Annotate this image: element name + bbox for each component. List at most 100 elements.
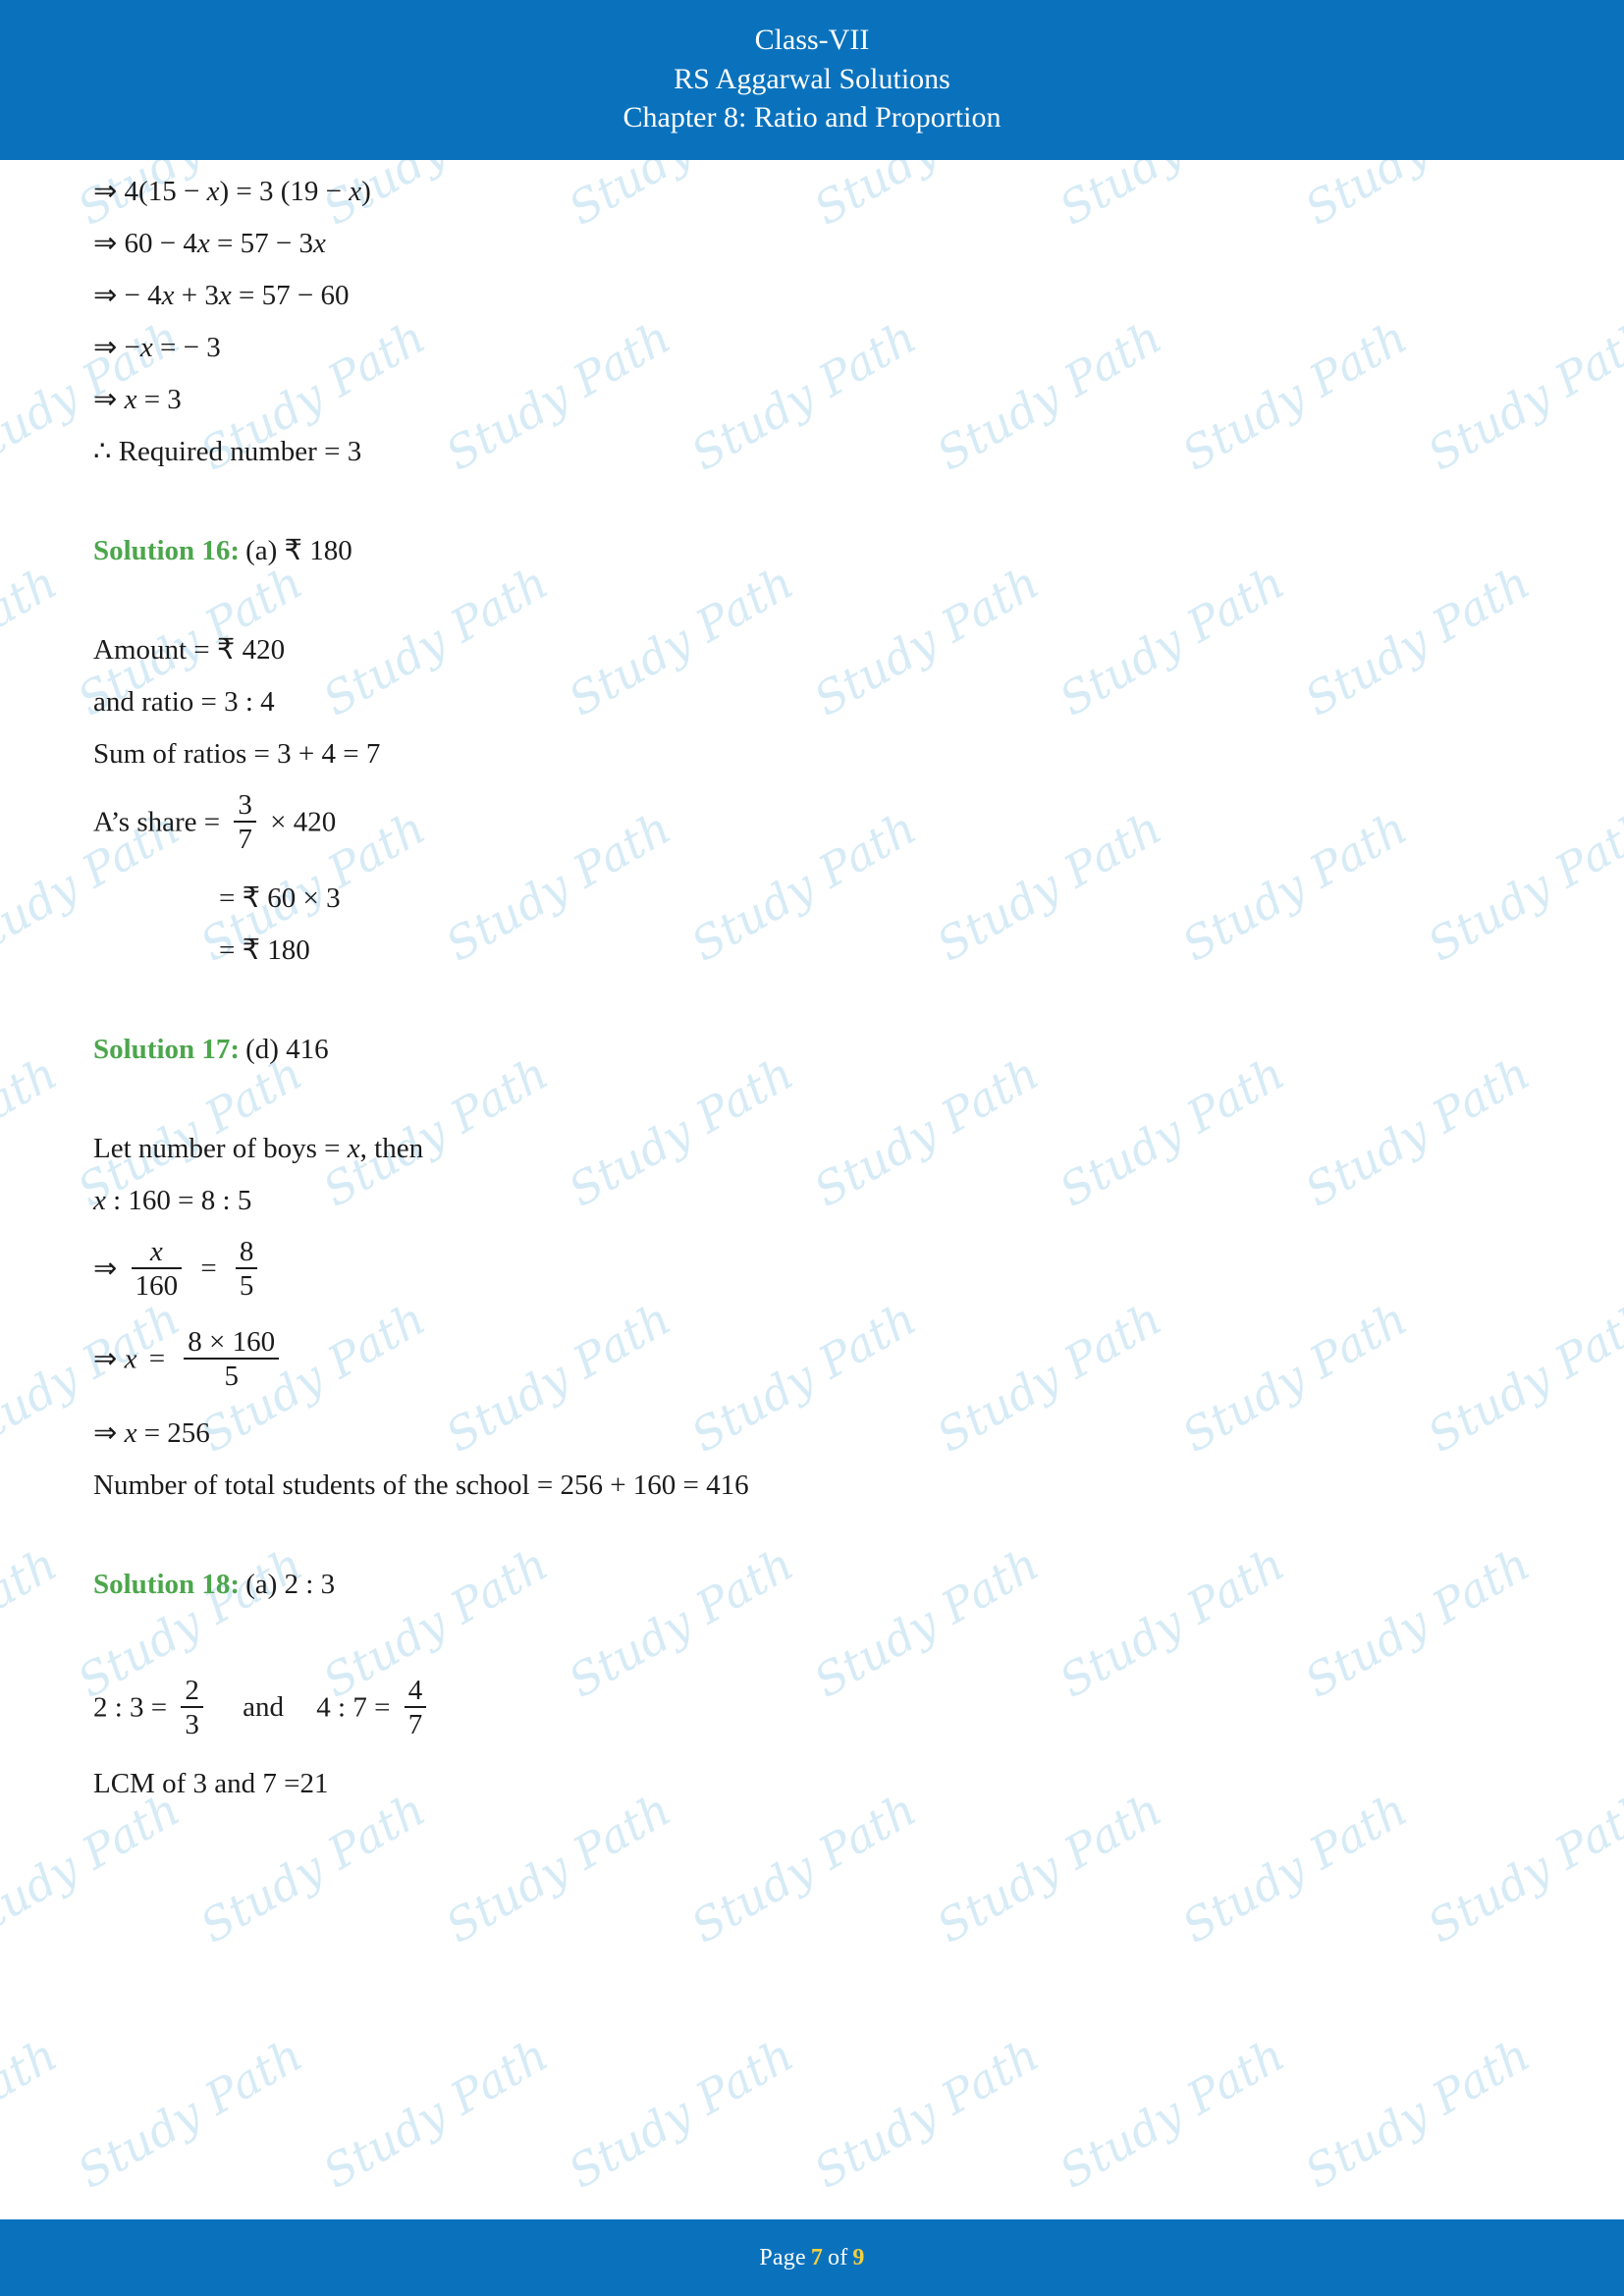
document-page: Class-VII RS Aggarwal Solutions Chapter … — [0, 0, 1624, 2296]
watermark-text: Study Path — [0, 2027, 67, 2199]
watermark-text: Study Path — [805, 2027, 1049, 2199]
watermark-text: Study Path — [0, 555, 67, 726]
s17-line-3: ⇒ x 160 = 8 5 — [93, 1235, 1531, 1304]
equation-line-4: ⇒ −x = − 3 — [93, 334, 1531, 362]
eq5-part-a: ⇒ — [93, 384, 118, 415]
equation-line-1: ⇒ 4(15 − x) = 3 (19 − x) — [93, 178, 1531, 206]
equation-line-5: ⇒ x = 3 — [93, 386, 1531, 414]
eq1-part-b: ) = 3 (19 − — [219, 176, 342, 207]
fraction-numerator: 8 × 160 — [188, 1325, 276, 1358]
fraction-3-over-7: 3 7 — [234, 790, 256, 855]
watermark-text: Study Path — [69, 2027, 312, 2199]
s17-l5-post: = 256 — [143, 1416, 210, 1449]
header-class: Class-VII — [754, 24, 870, 57]
footer-prefix: Page — [759, 2244, 806, 2270]
fraction-numerator: 2 — [185, 1674, 199, 1706]
s17-l4-equals: = — [148, 1343, 166, 1375]
fraction-8x160-over-5: 8 × 160 5 — [184, 1325, 280, 1392]
solution-17-label: Solution 17: — [93, 1033, 241, 1065]
fraction-denominator: 7 — [404, 1706, 427, 1739]
watermark-text: Study Path — [0, 1536, 67, 1708]
watermark-text: Study Path — [1051, 2027, 1294, 2199]
eq5-part-b: = 3 — [143, 384, 182, 415]
equation-line-3: ⇒ − 4x + 3x = 57 − 60 — [93, 282, 1531, 310]
page-content: Study Path Study Path Study Path Study Path… — [0, 160, 1624, 2219]
eq1-var-2: x — [349, 176, 362, 207]
s17-l5-pre: ⇒ — [93, 1416, 118, 1449]
watermark-text: Study Path — [0, 160, 66, 236]
s17-line-1: Let number of boys = x, then — [93, 1132, 1531, 1164]
s17-l1-var: x — [347, 1132, 360, 1164]
s18-line-2: LCM of 3 and 7 =21 — [93, 1767, 329, 1799]
s16-line-3: Sum of ratios = 3 + 4 = 7 — [93, 738, 381, 770]
s17-l2-var: x — [93, 1184, 106, 1216]
fraction-denominator: 7 — [234, 821, 256, 855]
s16-l4-pre: A’s share = — [93, 806, 221, 838]
s18-l1-a: 2 : 3 = — [93, 1691, 168, 1724]
page-footer: Page 7 of 9 — [0, 2219, 1624, 2296]
s16-line-2: and ratio = 3 : 4 — [93, 686, 275, 718]
solution-16-answer: (a) ₹ 180 — [245, 535, 352, 566]
watermark-text: Study Path — [1296, 2027, 1540, 2199]
s17-line-2: x : 160 = 8 : 5 — [93, 1184, 1531, 1216]
footer-page-number: 7 — [810, 2244, 824, 2270]
footer-total-pages: 9 — [852, 2244, 865, 2270]
s18-line-1: 2 : 3 = 2 3 and 4 : 7 = 4 7 — [93, 1674, 1531, 1742]
eq2-part-a: ⇒ 60 − 4 — [93, 228, 197, 259]
watermark-text: Study Path — [560, 2027, 803, 2199]
footer-of: of — [828, 2244, 848, 2270]
page-header: Class-VII RS Aggarwal Solutions Chapter … — [0, 0, 1624, 160]
watermark-text: Study Path — [1173, 1782, 1417, 1953]
eq3-var-2: x — [218, 280, 232, 311]
s16-line-5: = ₹ 60 × 3 — [219, 881, 341, 914]
s17-l3-pre: ⇒ — [93, 1253, 118, 1285]
fraction-2-over-3: 2 3 — [181, 1674, 203, 1740]
watermark-text: Study Path — [1419, 1782, 1624, 1953]
solution-16-label: Solution 16: — [93, 535, 241, 566]
eq3-var-1: x — [161, 280, 175, 311]
watermark-text: Study Path — [0, 1782, 189, 1953]
eq1-part-c: ) — [361, 176, 371, 207]
eq3-part-b: + 3 — [181, 280, 219, 311]
fraction-numerator: 8 — [239, 1235, 254, 1267]
eq1-part-a: ⇒ 4(15 − — [93, 176, 200, 207]
s17-line-6: Number of total students of the school =… — [93, 1468, 749, 1501]
s17-l1-b: , then — [359, 1132, 424, 1164]
watermark-text: Study Path — [314, 2027, 558, 2199]
solution-17-heading: Solution 17: (d) 416 — [93, 1033, 1531, 1065]
fraction-denominator: 5 — [235, 1267, 258, 1302]
s17-l5-var: x — [124, 1416, 137, 1449]
watermark-text: Study Path — [682, 1782, 926, 1953]
fraction-numerator: 3 — [238, 789, 252, 821]
fraction-numerator: 4 — [407, 1674, 423, 1706]
s17-l4-pre: ⇒ — [93, 1343, 118, 1375]
s16-line-1: Amount = ₹ 420 — [93, 634, 286, 666]
eq4-part-a: ⇒ − — [93, 332, 140, 363]
solution-18-answer: (a) 2 : 3 — [245, 1568, 336, 1600]
s16-line-4: A’s share = 3 7 × 420 — [93, 790, 1531, 857]
equation-line-6: ∴ Required number = 3 — [93, 436, 362, 467]
header-title: RS Aggarwal Solutions — [674, 62, 950, 95]
solution-18-heading: Solution 18: (a) 2 : 3 — [93, 1568, 1531, 1600]
s17-l1-a: Let number of boys = — [93, 1132, 341, 1164]
s17-l2-a: : 160 = 8 : 5 — [113, 1184, 252, 1216]
s17-l4-var: x — [124, 1343, 137, 1375]
s16-l4-post: × 420 — [270, 806, 337, 838]
s18-l1-and: and — [243, 1691, 285, 1724]
watermark-text: Study Path — [437, 1782, 680, 1953]
fraction-x-over-160: x 160 — [131, 1236, 183, 1302]
solution-17-answer: (d) 416 — [245, 1033, 329, 1065]
fraction-denominator: 160 — [131, 1267, 183, 1302]
s17-line-4: ⇒ x = 8 × 160 5 — [93, 1325, 1531, 1394]
s18-l1-b: 4 : 7 = — [316, 1691, 391, 1724]
fraction-denominator: 3 — [181, 1706, 203, 1739]
equation-line-2: ⇒ 60 − 4x = 57 − 3x — [93, 230, 1531, 258]
eq4-var: x — [139, 332, 153, 363]
s17-line-5: ⇒ x = 256 — [93, 1416, 1531, 1449]
